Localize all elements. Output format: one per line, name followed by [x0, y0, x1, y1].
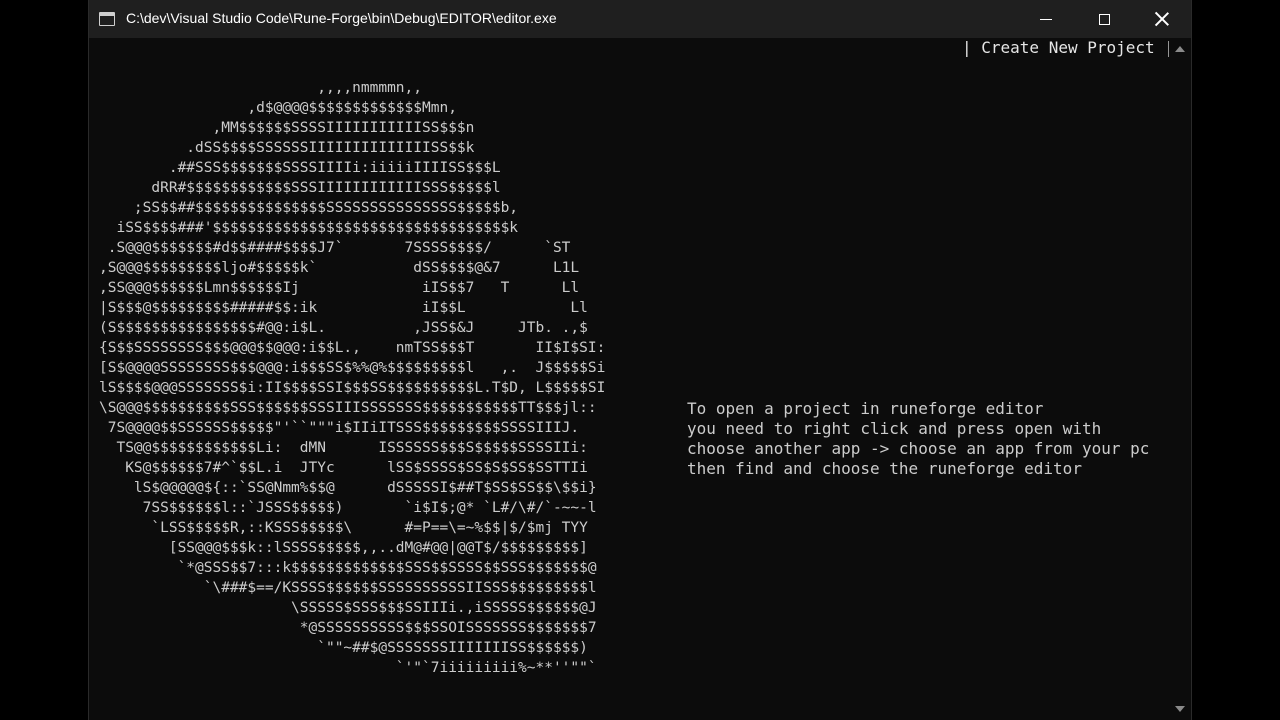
scroll-down-arrow-icon[interactable]	[1175, 706, 1185, 712]
console-app-icon	[99, 12, 115, 26]
scroll-up-arrow-icon[interactable]	[1175, 46, 1185, 52]
ascii-art-logo: ,,,,nmmmmn,, ,d$@@@@$$$$$$$$$$$$$Mmn, ,M…	[99, 80, 606, 676]
minimize-button[interactable]	[1017, 0, 1075, 38]
open-project-instructions: To open a project in runeforge editor yo…	[687, 399, 1150, 478]
minimize-icon	[1040, 18, 1052, 20]
create-new-project-menu-item[interactable]: | Create New Project |	[962, 38, 1174, 58]
close-icon	[1155, 12, 1169, 26]
window-title: C:\dev\Visual Studio Code\Rune-Forge\bin…	[126, 10, 557, 26]
maximize-button[interactable]	[1075, 0, 1133, 38]
close-button[interactable]	[1133, 0, 1191, 38]
vertical-scrollbar[interactable]	[1169, 38, 1191, 720]
console-window: C:\dev\Visual Studio Code\Rune-Forge\bin…	[88, 0, 1192, 720]
maximize-icon	[1098, 13, 1110, 25]
console-output: | Create New Project | ,,,,nmmmmn,, ,d$@…	[89, 38, 1174, 720]
title-bar[interactable]: C:\dev\Visual Studio Code\Rune-Forge\bin…	[89, 0, 1191, 38]
